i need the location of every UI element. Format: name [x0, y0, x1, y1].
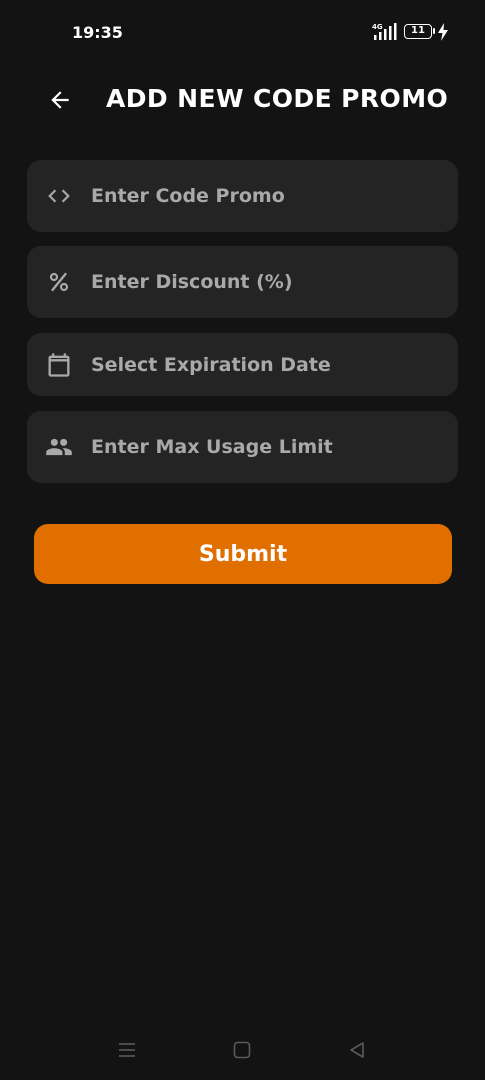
people-icon: [45, 433, 73, 461]
battery-level: 11: [411, 25, 425, 36]
arrow-left-icon: [51, 91, 69, 109]
submit-button[interactable]: Submit: [34, 524, 452, 584]
code-brackets-icon: [45, 182, 73, 210]
code-promo-field[interactable]: [27, 160, 458, 232]
max-usage-field[interactable]: [27, 411, 458, 483]
system-nav-bar: [0, 1030, 485, 1070]
percent-icon: [45, 268, 73, 296]
menu-icon[interactable]: [116, 1040, 138, 1060]
charging-bolt-icon: [438, 23, 448, 41]
max-usage-input[interactable]: [91, 411, 442, 483]
discount-field[interactable]: [27, 246, 458, 318]
screen: 19:35 4G 11 ADD NEW CODE PROMO Enter Cod…: [0, 0, 485, 1080]
status-bar: 19:35 4G 11: [0, 0, 485, 64]
back-button[interactable]: [40, 80, 80, 120]
square-home-icon[interactable]: [231, 1040, 253, 1060]
calendar-icon: [45, 351, 73, 379]
status-time: 19:35: [72, 23, 123, 42]
battery-icon: 11: [404, 24, 435, 39]
signal-icon: 4G: [372, 23, 397, 40]
expiration-date-label[interactable]: Select Expiration Date: [91, 354, 331, 376]
expiration-date-field[interactable]: Select Expiration Date: [27, 333, 458, 396]
page-title: ADD NEW CODE PROMO: [106, 84, 449, 113]
svg-text:4G: 4G: [372, 23, 383, 31]
code-promo-input[interactable]: [91, 160, 442, 232]
discount-input[interactable]: [91, 246, 442, 318]
triangle-back-icon[interactable]: [346, 1040, 368, 1060]
